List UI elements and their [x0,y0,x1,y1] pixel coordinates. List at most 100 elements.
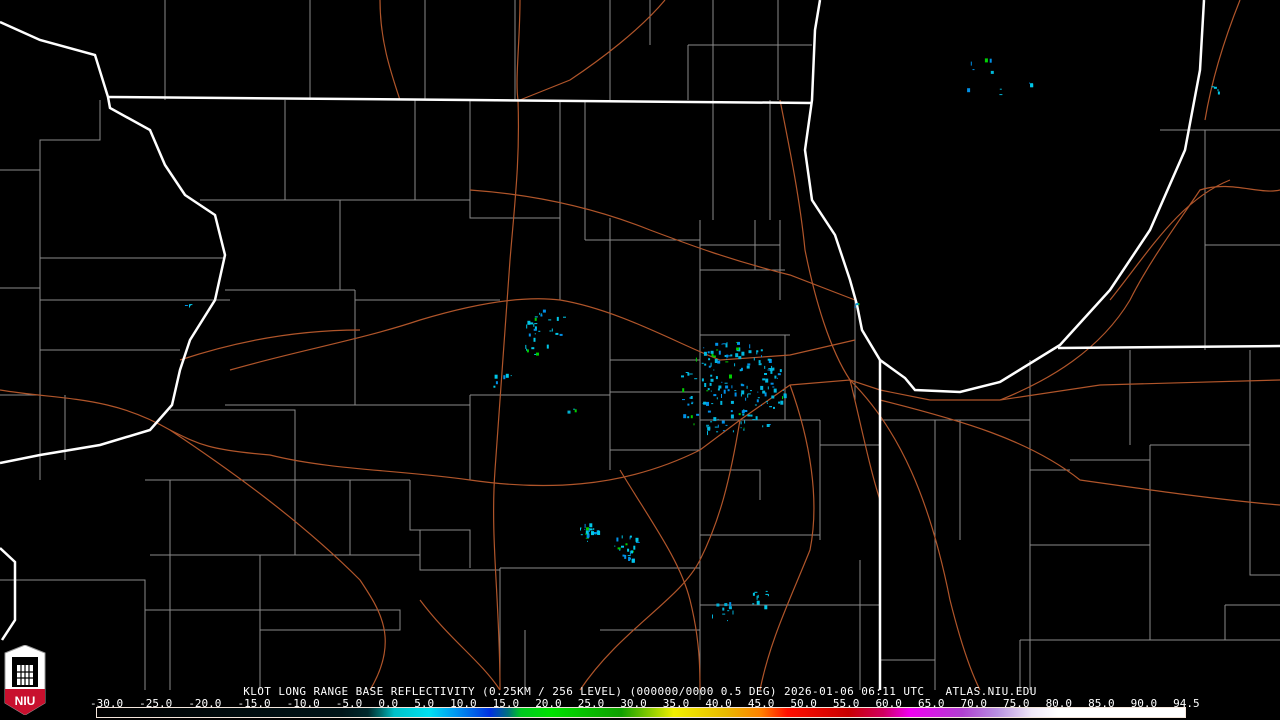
radar-echo [617,547,621,550]
radar-echo [528,333,531,337]
radar-echo [773,388,777,393]
radar-echo [749,344,751,349]
radar-echo [723,389,726,394]
radar-echo [540,314,543,317]
radar-echo [756,595,758,600]
radar-echo [760,385,764,390]
radar-echo [707,388,710,391]
radar-echo [782,390,784,391]
radar-echo [510,375,512,377]
radar-echo [716,431,719,433]
radar-echo [710,421,713,423]
radar-echo [586,527,589,531]
radar-echo [767,358,771,361]
radar-echo [709,382,712,386]
radar-echo [761,355,762,358]
radar-echo [1217,91,1220,95]
radar-echo [743,427,745,429]
radar-echo [546,344,549,349]
radar-echo [762,378,766,381]
radar-echo [718,385,722,389]
radar-echo [770,370,773,374]
radar-echo [734,392,737,397]
radar-echo [722,613,726,615]
radar-echo [555,332,559,335]
radar-echo [628,557,631,561]
radar-echo [721,381,723,383]
radar-echo [999,94,1003,96]
radar-echo [743,428,745,431]
radar-echo [563,316,566,318]
radar-echo [769,406,772,408]
radar-echo [621,545,624,548]
radar-echo [587,537,589,539]
radar-echo [534,316,538,318]
radar-echo [712,614,713,619]
radar-echo [621,535,623,539]
radar-echo [747,363,751,366]
radar-echo [584,528,586,530]
radar-echo [589,528,593,531]
radar-echo [742,413,745,416]
radar-echo [691,403,694,405]
radar-echo [970,61,972,66]
radar-echo [683,414,687,419]
radar-echo [695,357,697,362]
radar-echo [767,594,769,597]
radar-echo [587,540,588,542]
radar-echo [536,352,539,356]
radar-echo [593,532,597,534]
radar-echo [696,413,700,416]
radar-echo [580,534,583,536]
radar-echo [627,548,630,552]
radar-echo [729,374,732,379]
radar-echo [771,395,775,399]
radar-echo [777,373,781,376]
radar-echo [744,410,748,412]
radar-echo [585,533,588,535]
radar-echo [629,550,631,555]
radar-echo [770,382,774,385]
radar-echo [729,602,732,607]
radar-echo [734,363,736,367]
radar-echo [548,319,552,321]
radar-echo [776,377,778,379]
radar-echo [551,328,553,332]
radar-echo [756,600,760,605]
radar-echo [732,430,734,433]
radar-echo [856,303,859,305]
radar-echo [713,417,717,422]
radar-echo [713,369,715,371]
radar-echo [635,539,637,543]
radar-echo [627,555,631,557]
radar-echo [721,394,722,398]
radar-echo [707,431,708,436]
radar-echo [727,610,730,612]
radar-echo [493,385,496,388]
radar-echo [1029,82,1031,84]
highways [0,0,1280,691]
radar-echo [753,357,755,361]
radar-echo [756,399,759,403]
radar-echo [685,372,689,373]
radar-echo [689,397,691,399]
radar-echo [588,528,590,533]
radar-echo [527,320,531,325]
radar-echo [738,413,741,416]
radar-echo [736,350,740,352]
radar-echo [624,554,627,559]
radar-echo [727,620,728,622]
radar-echo [724,382,728,384]
radar-echo [549,330,552,332]
radar-echo [559,333,563,336]
radar-echo [631,558,635,563]
radar-echo [762,425,764,428]
radar-echo [752,603,755,605]
radar-echo [999,88,1002,90]
radar-echo [726,358,728,360]
radar-echo [505,373,509,378]
radar-echo [766,424,770,427]
radar-echo [738,356,742,360]
radar-echo [736,347,740,351]
radar-echo [693,423,695,426]
